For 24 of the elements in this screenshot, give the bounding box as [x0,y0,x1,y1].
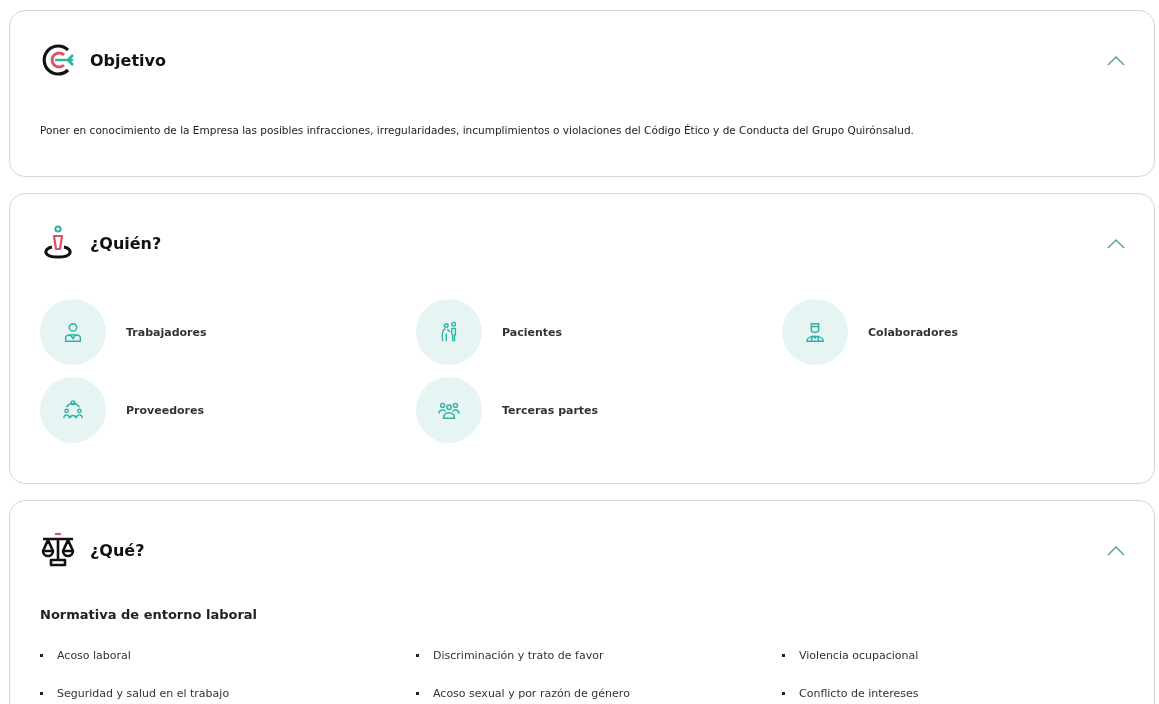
people-meeting-icon [62,399,84,421]
section-title: ¿Quién? [90,233,163,253]
list-item: Seguridad y salud en el trabajo [57,687,230,700]
audience-label: Terceras partes [502,403,599,417]
audience-label: Colaboradores [868,325,958,339]
chevron-icon [1106,54,1126,66]
audience-label: Proveedores [126,403,204,417]
description-text: Poner en conocimiento de la Empresa las posibles infracciones, irregularidades, incumplimientos o violaciones del Código Ético y de Conducta del Grupo Quirónsalud. [40,124,915,136]
subsection-title: Normativa de entorno laboral [40,607,259,622]
doctor-icon [804,321,826,343]
list-item: Conflicto de intereses [799,687,919,700]
audience-label: Trabajadores [126,325,207,339]
list-item: Acoso laboral [57,649,131,662]
section-title: ¿Qué? [90,540,146,560]
chevron-icon [1106,544,1126,556]
list-item: Acoso sexual y por razón de género [433,687,630,700]
person-icon [62,321,84,343]
section-title: Objetivo [90,50,167,70]
scales-icon [40,532,76,568]
list-item: Violencia ocupacional [799,649,919,662]
target-icon [40,42,76,78]
list-item: Discriminación y trato de favor [433,649,604,662]
audience-label: Pacientes [502,325,563,339]
chevron-icon [1106,237,1126,249]
